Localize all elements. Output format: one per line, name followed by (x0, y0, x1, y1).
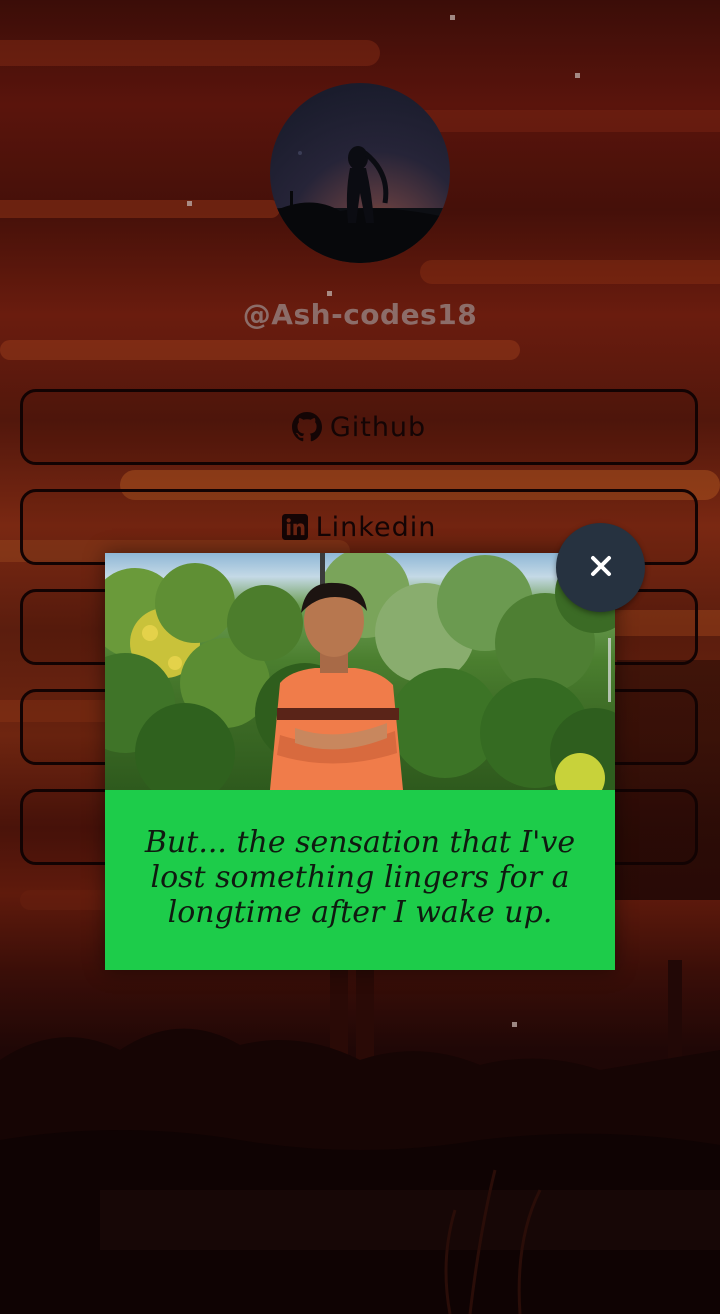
close-icon (590, 555, 612, 581)
profile-handle: @Ash-codes18 (242, 298, 478, 331)
quote-modal: But... the sensation that I've lost some… (105, 553, 615, 970)
close-button[interactable] (556, 523, 645, 612)
profile-photo (105, 553, 615, 790)
modal-scrollbar[interactable] (608, 638, 611, 702)
linkedin-icon (281, 514, 308, 540)
linkedin-link-label: Linkedin (315, 511, 437, 543)
github-icon (291, 412, 322, 442)
github-link-label: Github (329, 411, 427, 443)
avatar (270, 83, 450, 263)
quote-text: But... the sensation that I've lost some… (144, 825, 576, 930)
github-link-button[interactable]: Github (20, 389, 698, 465)
